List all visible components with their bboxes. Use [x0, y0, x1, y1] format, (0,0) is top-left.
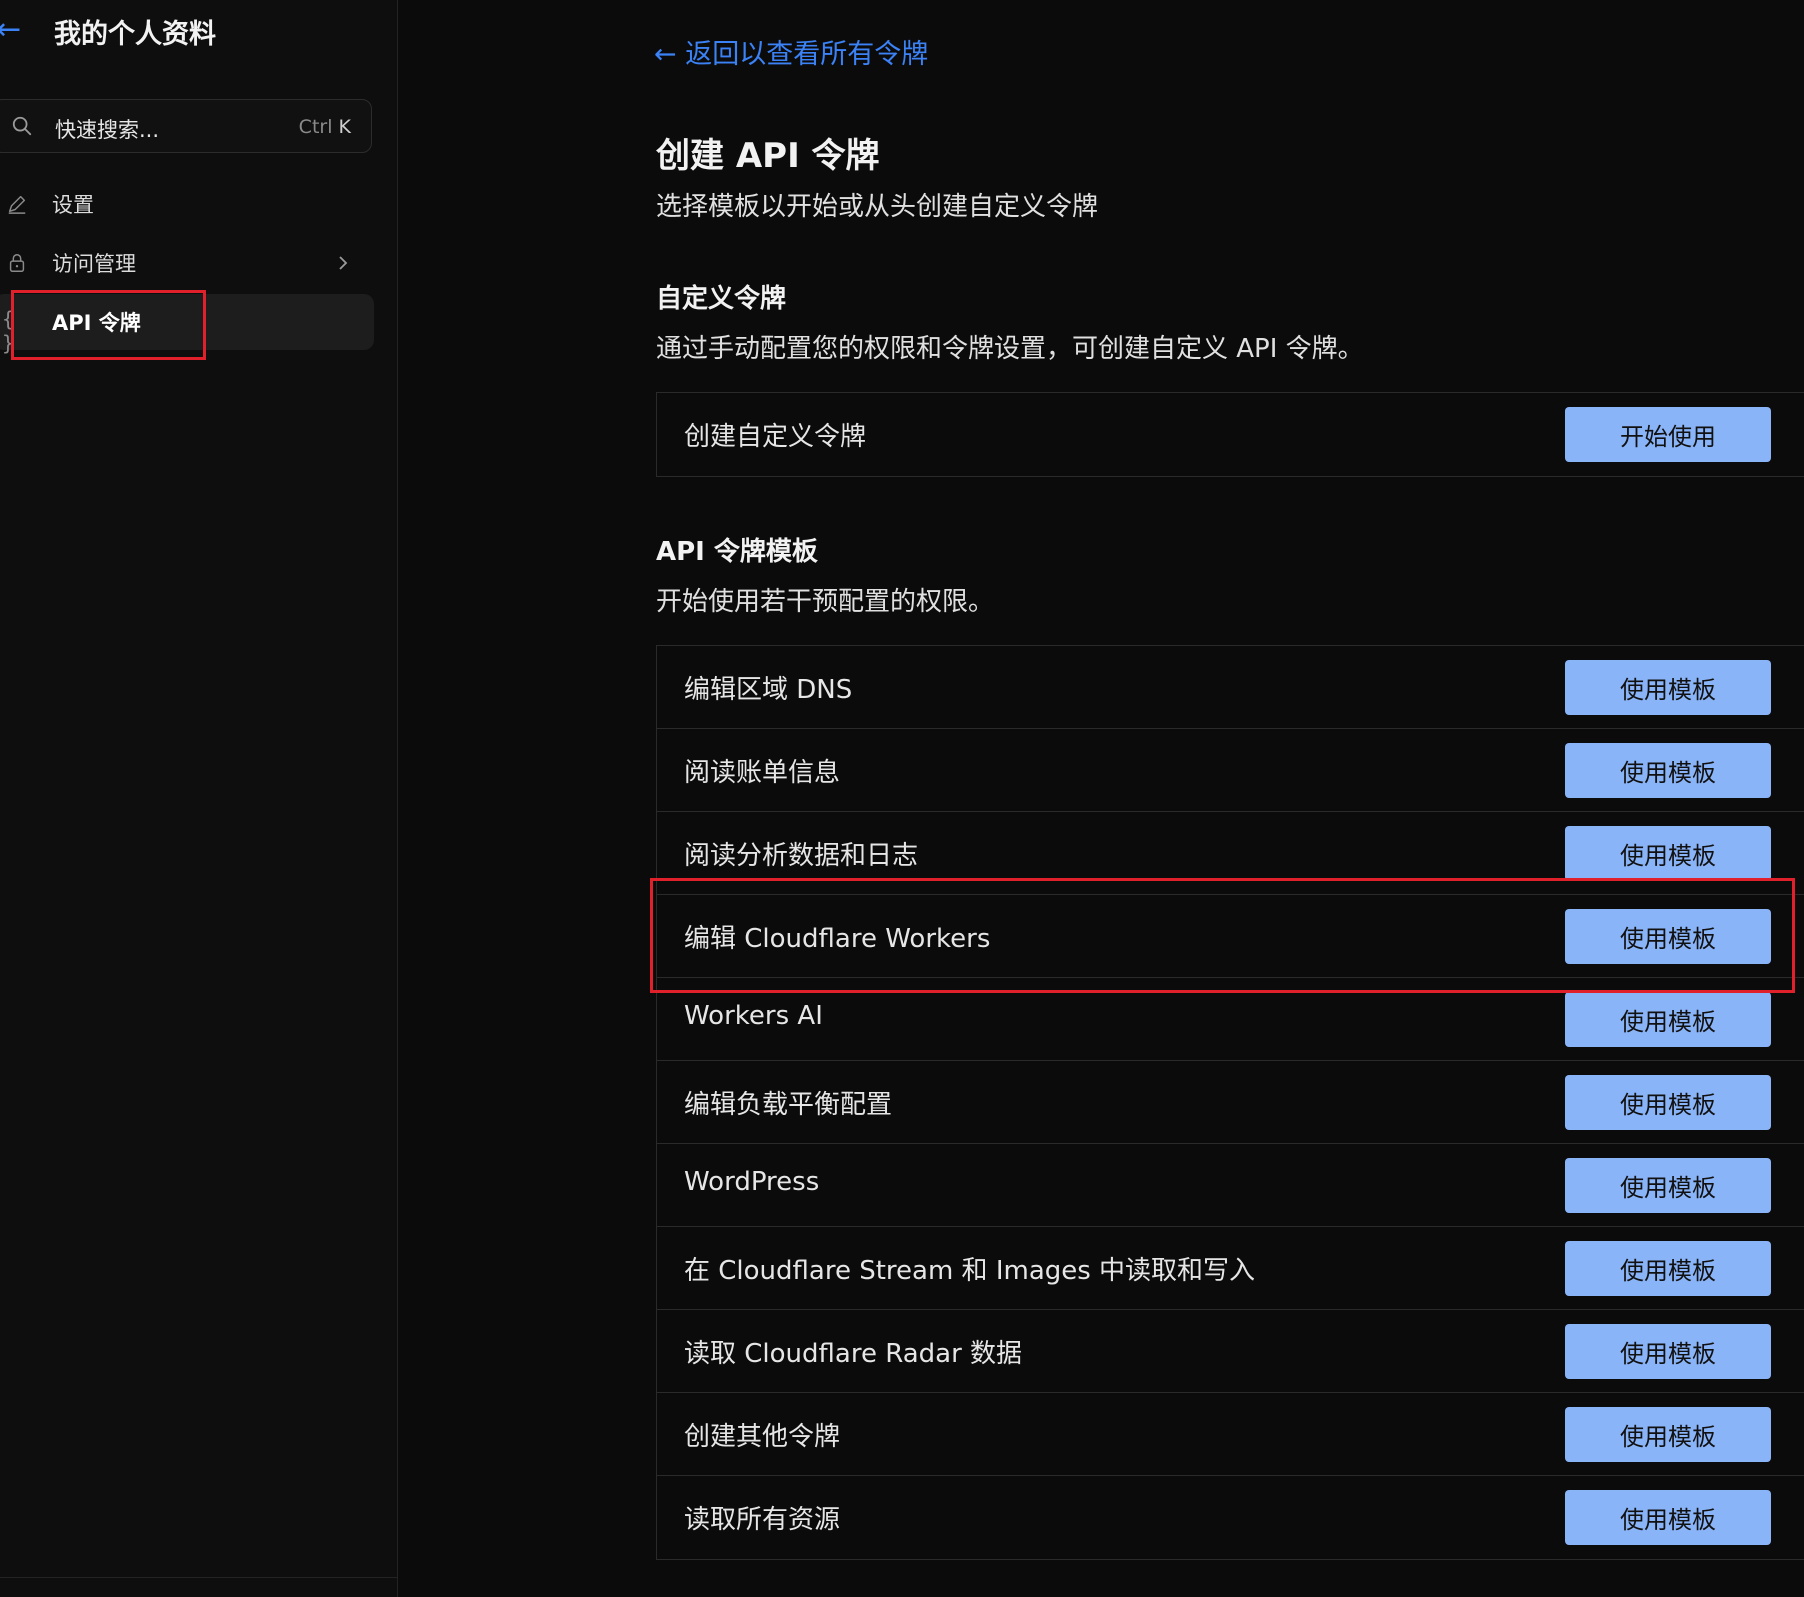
table-row: 阅读账单信息 使用模板	[657, 729, 1804, 812]
table-row: 读取 Cloudflare Radar 数据 使用模板	[657, 1310, 1804, 1393]
shortcut-modifier: Ctrl	[298, 116, 333, 138]
use-template-button[interactable]: 使用模板	[1565, 992, 1771, 1047]
use-template-button[interactable]: 使用模板	[1565, 1324, 1771, 1379]
use-template-button[interactable]: 使用模板	[1565, 743, 1771, 798]
search-shortcut: Ctrl K	[299, 116, 351, 138]
table-row: 在 Cloudflare Stream 和 Images 中读取和写入 使用模板	[657, 1227, 1804, 1310]
template-name: 读取所有资源	[684, 1505, 841, 1535]
sidebar-item-access-management[interactable]: 访问管理	[0, 235, 374, 291]
use-template-button[interactable]: 使用模板	[1565, 1241, 1771, 1296]
template-name: WordPress	[684, 1167, 820, 1197]
row-label: 创建自定义令牌	[684, 422, 867, 452]
app-root: ← 我的个人资料 快速搜索... Ctrl K 设置 访问管理 {} API …	[0, 0, 1804, 1597]
list-item: 创建自定义令牌 开始使用	[657, 393, 1804, 476]
template-name: 编辑负载平衡配置	[684, 1090, 893, 1120]
divider	[0, 1577, 398, 1578]
use-template-button[interactable]: 使用模板	[1565, 1407, 1771, 1462]
sidebar-item-settings[interactable]: 设置	[0, 176, 374, 232]
custom-token-section-title: 自定义令牌	[656, 284, 787, 314]
use-template-button[interactable]: 使用模板	[1565, 826, 1771, 881]
templates-section-description: 开始使用若干预配置的权限。	[656, 587, 995, 617]
search-input[interactable]: 快速搜索... Ctrl K	[0, 99, 372, 153]
search-icon	[12, 116, 32, 136]
highlight-annotation	[11, 290, 206, 360]
sidebar-item-label: 设置	[52, 193, 94, 217]
template-name: 读取 Cloudflare Radar 数据	[684, 1339, 1023, 1369]
shortcut-key: K	[338, 116, 351, 138]
sidebar-header: ← 我的个人资料	[0, 8, 398, 58]
table-row: 编辑区域 DNS 使用模板	[657, 646, 1804, 729]
template-name: 编辑区域 DNS	[684, 675, 853, 705]
use-template-button[interactable]: 使用模板	[1565, 1490, 1771, 1545]
page-title: 创建 API 令牌	[656, 136, 880, 176]
sidebar-item-label: 访问管理	[52, 252, 136, 276]
get-started-button[interactable]: 开始使用	[1565, 407, 1771, 462]
template-name: 阅读分析数据和日志	[684, 841, 919, 871]
template-name: 创建其他令牌	[684, 1422, 841, 1452]
pencil-icon	[8, 195, 26, 214]
template-name: 阅读账单信息	[684, 758, 841, 788]
custom-token-card: 创建自定义令牌 开始使用	[656, 392, 1804, 477]
main-content: ← 返回以查看所有令牌 创建 API 令牌 选择模板以开始或从头创建自定义令牌 …	[398, 0, 1804, 1597]
search-placeholder: 快速搜索...	[55, 118, 160, 142]
table-row: 编辑负载平衡配置 使用模板	[657, 1061, 1804, 1144]
template-name: Workers AI	[684, 1001, 823, 1031]
custom-token-section-description: 通过手动配置您的权限和令牌设置，可创建自定义 API 令牌。	[656, 334, 1364, 364]
table-row: 创建其他令牌 使用模板	[657, 1393, 1804, 1476]
templates-section-title: API 令牌模板	[656, 537, 818, 567]
templates-card: 编辑区域 DNS 使用模板 阅读账单信息 使用模板 阅读分析数据和日志 使用模板 编辑 Cl…	[656, 645, 1804, 1560]
table-row: WordPress 使用模板	[657, 1144, 1804, 1227]
highlight-annotation	[650, 878, 1795, 993]
template-name: 在 Cloudflare Stream 和 Images 中读取和写入	[684, 1256, 1256, 1286]
table-row: 读取所有资源 使用模板	[657, 1476, 1804, 1559]
sidebar-title: 我的个人资料	[54, 19, 216, 50]
page-subtitle: 选择模板以开始或从头创建自定义令牌	[656, 192, 1099, 222]
sidebar: ← 我的个人资料 快速搜索... Ctrl K 设置 访问管理 {} API …	[0, 0, 398, 1597]
chevron-right-icon	[339, 256, 348, 270]
use-template-button[interactable]: 使用模板	[1565, 1075, 1771, 1130]
lock-icon	[9, 254, 25, 272]
back-to-all-tokens-link[interactable]: ← 返回以查看所有令牌	[654, 32, 928, 71]
use-template-button[interactable]: 使用模板	[1565, 660, 1771, 715]
back-arrow-icon[interactable]: ←	[0, 10, 26, 50]
use-template-button[interactable]: 使用模板	[1565, 1158, 1771, 1213]
